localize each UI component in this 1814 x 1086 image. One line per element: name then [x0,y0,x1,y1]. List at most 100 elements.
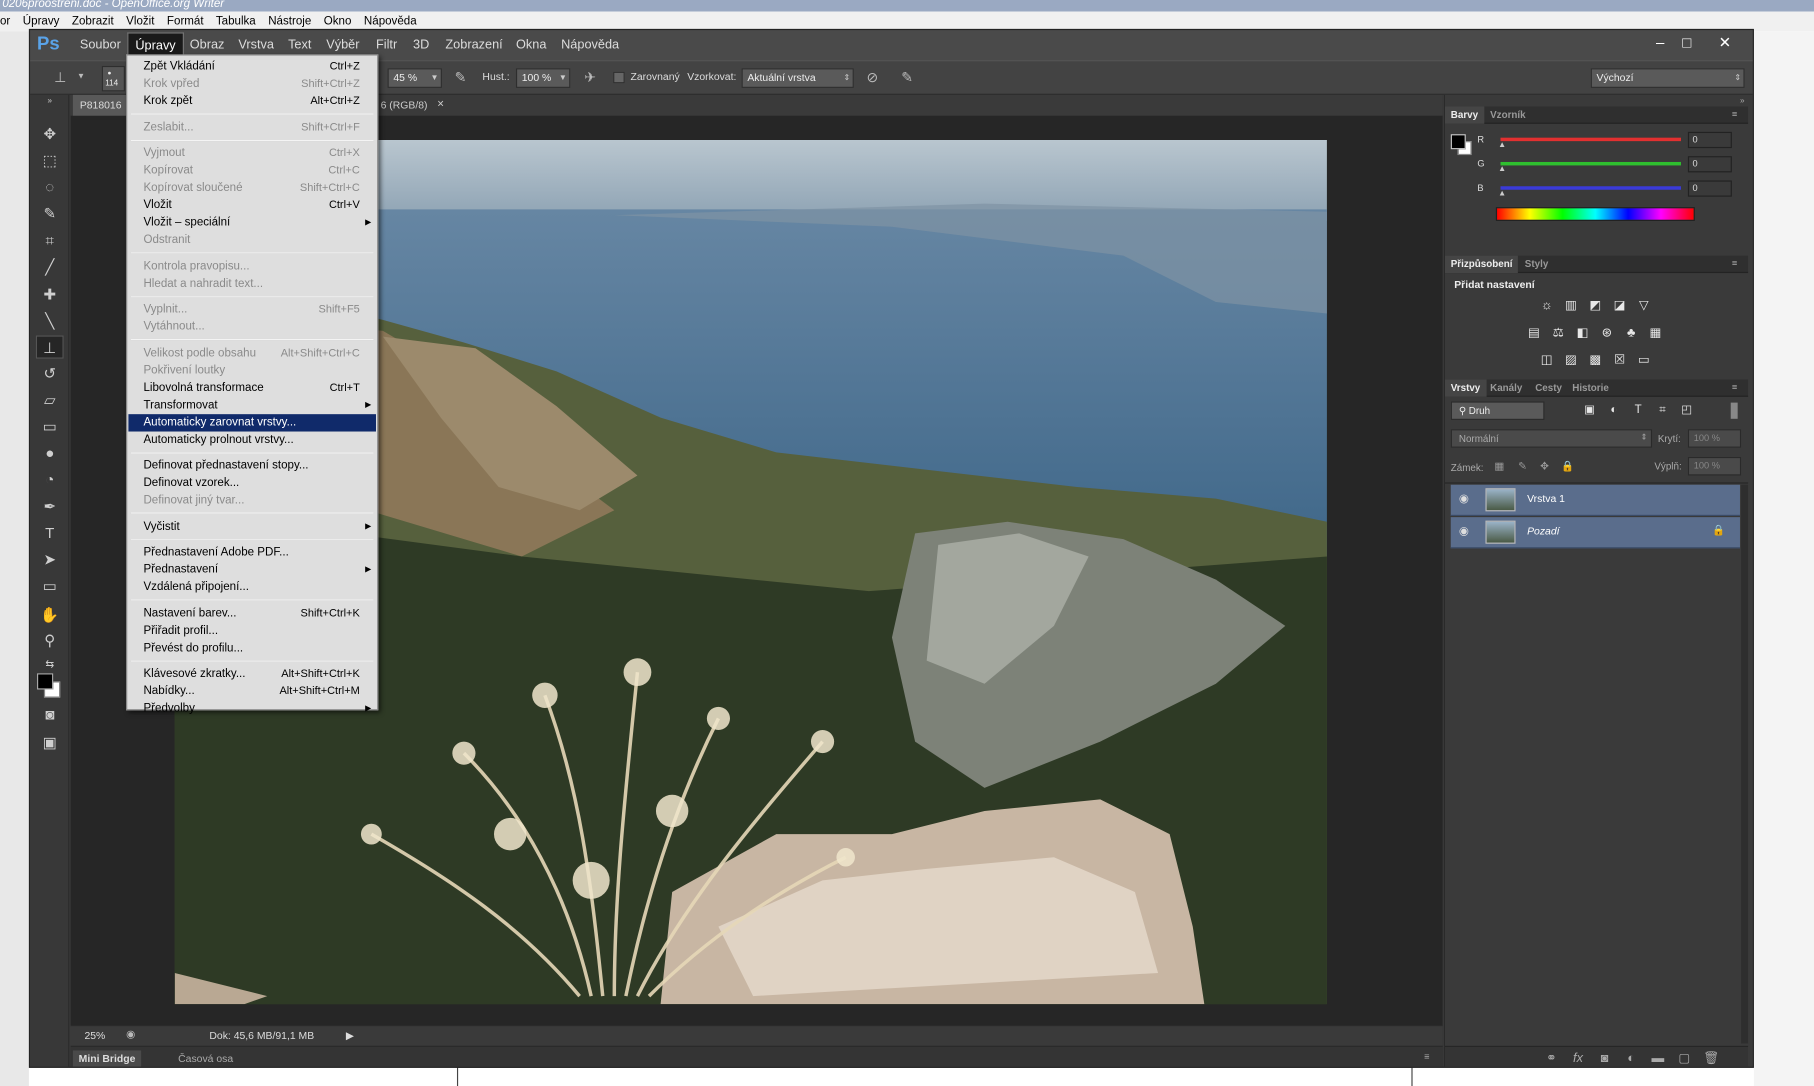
levels-icon[interactable]: ▥ [1563,297,1579,313]
visibility-eye-icon[interactable]: ◉ [1459,525,1469,538]
new-layer-icon[interactable]: ▢ [1676,1050,1692,1066]
zoom-level[interactable]: 25% [84,1030,105,1042]
menu-item[interactable]: Kontrola pravopisu... [128,257,376,274]
visibility-eye-icon[interactable]: ◉ [1459,493,1469,506]
airbrush-icon[interactable]: ✈ [581,68,600,87]
menu-item[interactable]: Přednastavení ▶ [128,561,376,578]
pressure-opacity-icon[interactable]: ✎ [451,68,470,87]
panel-menu-icon[interactable]: ≡ [1732,109,1737,119]
new-group-icon[interactable]: ▬ [1650,1050,1666,1066]
document-tab[interactable]: P818016 [72,94,132,116]
writer-menu-item[interactable]: Nápověda [364,15,417,28]
brightness-icon[interactable]: ☼ [1539,297,1555,313]
value-red[interactable]: 0 [1687,131,1732,149]
foreground-color-swatch[interactable] [37,673,54,690]
menu-item[interactable]: Vyčistit ▶ [128,518,376,535]
writer-menu-item[interactable]: Nástroje [268,15,311,28]
menu-item[interactable]: Krok vpřed Shift+Ctrl+Z [128,75,376,92]
menu-item[interactable]: Vložit – speciální ▶ [128,214,376,231]
crop-tool-icon[interactable]: ⌗ [36,229,64,252]
blur-tool-icon[interactable]: ● [36,442,64,465]
menu-item[interactable]: Pokřivení loutky [128,362,376,379]
pen-tool-icon[interactable]: ✒ [36,495,64,518]
menu-item[interactable]: Transformovat ▶ [128,396,376,413]
add-mask-icon[interactable]: ◙ [1597,1050,1613,1066]
clone-stamp-tool-icon[interactable]: ⊥ [35,335,64,359]
screen-mode-icon[interactable]: ▣ [36,731,64,754]
link-layers-icon[interactable]: ⚭ [1543,1050,1559,1066]
tab-vrstvy[interactable]: Vrstvy [1444,379,1487,397]
menu-item[interactable]: Vyjmout Ctrl+X [128,145,376,162]
close-button[interactable]: ✕ [1710,32,1740,53]
writer-document-page[interactable] [456,1066,1413,1086]
menu-item[interactable]: Automaticky zarovnat vrstvy... [128,413,376,431]
swap-colors-icon[interactable]: ⇆ [36,652,64,675]
lock-position-icon[interactable]: ✥ [1536,458,1552,474]
panel-collapse-icon[interactable]: » [1740,97,1745,105]
menu-item[interactable]: Vzdálená připojení... [128,578,376,595]
foreground-color-swatch[interactable] [1450,134,1466,150]
close-tab-icon[interactable]: × [437,95,444,116]
menu-item[interactable]: Zpět Vkládání Ctrl+Z [128,58,376,75]
slider-thumb-icon[interactable]: ▲ [1498,190,1506,198]
tab-mini-bridge[interactable]: Mini Bridge [72,1050,142,1067]
writer-menu-item[interactable]: or [0,15,10,28]
lock-all-icon[interactable]: 🔒 [1560,458,1576,474]
channel-mixer-icon[interactable]: ♣ [1623,325,1639,341]
menu-item[interactable]: Zeslabit... Shift+Ctrl+F [128,119,376,136]
gradient-map-icon[interactable]: ▭ [1636,352,1652,368]
tab-timeline[interactable]: Časová osa [172,1050,239,1066]
tab-barvy[interactable]: Barvy [1444,106,1484,124]
menu-item[interactable]: Přiřadit profil... [128,622,376,639]
black-white-icon[interactable]: ◧ [1575,325,1591,341]
filter-smart-object-icon[interactable]: ◰ [1679,403,1695,419]
brush-picker[interactable]: • 114 [101,65,125,92]
zoom-tool-icon[interactable]: ⚲ [36,629,64,652]
writer-menu-item[interactable]: Okno [324,15,352,28]
threshold-icon[interactable]: ▩ [1587,352,1603,368]
menu-item[interactable]: Předvolby ▶ [128,700,376,717]
layer-filter-select[interactable]: ⚲ Druh [1450,401,1545,420]
layer-style-icon[interactable]: fx [1570,1050,1586,1066]
color-balance-icon[interactable]: ⚖ [1550,325,1566,341]
invert-icon[interactable]: ◫ [1539,352,1555,368]
path-select-tool-icon[interactable]: ➤ [36,548,64,571]
menu-item[interactable]: Klávesové zkratky... Alt+Shift+Ctrl+K [128,665,376,682]
healing-brush-tool-icon[interactable]: ✚ [36,283,64,306]
delete-layer-icon[interactable]: 🗑 [1703,1050,1719,1066]
tab-kanaly[interactable]: Kanály [1484,379,1528,396]
clone-stamp-tool-icon[interactable]: ⊥ [51,68,70,87]
slider-thumb-icon[interactable]: ▲ [1498,141,1506,149]
menu-soubor[interactable]: Soubor [73,30,128,60]
panel-menu-icon[interactable]: ≡ [1732,382,1737,392]
marquee-tool-icon[interactable]: ⬚ [36,149,64,172]
lasso-tool-icon[interactable]: ◌ [36,176,64,199]
menu-zobrazeni[interactable]: Zobrazení [438,30,509,60]
menu-item[interactable]: Krok zpět Alt+Ctrl+Z [128,93,376,110]
layer-opacity-field[interactable]: 100 % [1687,429,1742,448]
filter-type-icon[interactable]: T [1630,403,1646,419]
quick-mask-icon[interactable]: ◙ [36,703,64,726]
slider-blue[interactable] [1500,186,1681,190]
tool-preset-arrow-icon[interactable]: ▼ [72,68,91,87]
layer-row[interactable]: ◉ Vrstva 1 [1450,484,1740,516]
menu-napoveda[interactable]: Nápověda [554,30,626,60]
menu-item[interactable]: Kopírovat sloučené Shift+Ctrl+C [128,179,376,196]
menu-item[interactable]: Definovat jiný tvar... [128,492,376,509]
slider-green[interactable] [1500,161,1681,166]
lock-transparency-icon[interactable]: ▦ [1491,458,1507,474]
dodge-tool-icon[interactable]: ◔ [36,469,64,492]
tab-styly[interactable]: Styly [1519,256,1554,273]
menu-okna[interactable]: Okna [509,30,553,60]
new-adjustment-icon[interactable]: ◐ [1623,1050,1639,1066]
value-blue[interactable]: 0 [1687,180,1732,197]
move-tool-icon[interactable]: ✥ [36,123,64,146]
slider-red[interactable] [1500,137,1681,142]
posterize-icon[interactable]: ▨ [1563,352,1579,368]
photo-filter-icon[interactable]: ⊛ [1599,325,1615,341]
status-menu-arrow-icon[interactable]: ▶ [346,1030,354,1043]
tab-vzornik[interactable]: Vzorník [1484,106,1531,123]
quick-select-tool-icon[interactable]: ✎ [36,202,64,225]
pressure-size-icon[interactable]: ✎ [898,68,917,87]
layers-scrollbar[interactable] [1741,484,1749,1044]
